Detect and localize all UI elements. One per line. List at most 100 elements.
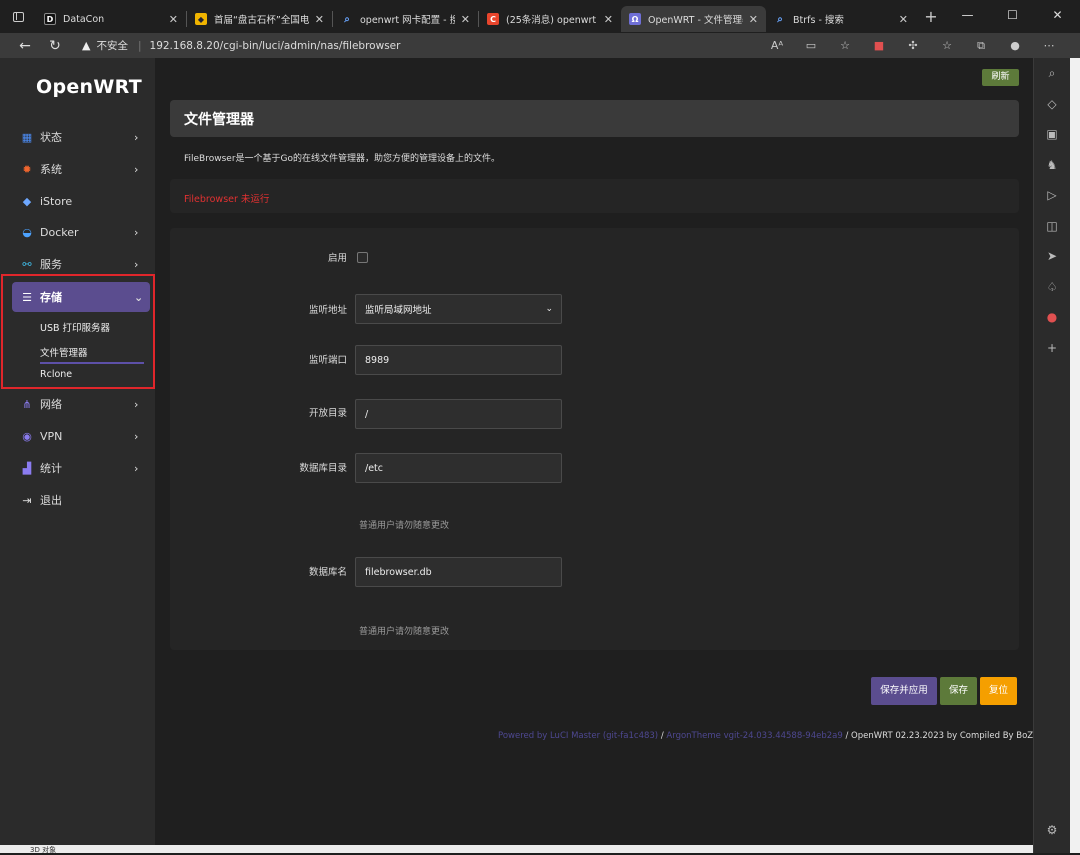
- tab-actions-icon: [12, 11, 24, 22]
- nav-item-vpn[interactable]: ◉ VPN ›: [12, 421, 150, 451]
- page-footer: Powered by LuCI Master (git-fa1c483) / A…: [498, 731, 1041, 741]
- chevron-right-icon: ›: [134, 257, 139, 271]
- chess-icon[interactable]: ♞: [1034, 150, 1070, 181]
- enable-label: 启用: [327, 253, 347, 264]
- back-arrow-icon[interactable]: ←: [10, 38, 40, 54]
- puzzle-icon[interactable]: ✣: [896, 39, 930, 52]
- send-icon[interactable]: ➤: [1034, 241, 1070, 272]
- nav-item-istore[interactable]: ◆ iStore: [12, 186, 150, 216]
- favorites-icon[interactable]: ☆: [930, 39, 964, 52]
- app-icon[interactable]: ●: [1034, 302, 1070, 333]
- add-icon[interactable]: +: [1034, 333, 1070, 364]
- tag-icon[interactable]: ◇: [1034, 89, 1070, 120]
- luci-link[interactable]: Powered by LuCI Master (git-fa1c483): [498, 731, 658, 741]
- address-bar-actions: Aᴬ ▭ ☆ ■ ✣ ☆ ⧉ ● ⋯: [760, 33, 1066, 58]
- theme-link[interactable]: ArgonTheme vgit-24.033.44588-94eb2a9: [666, 731, 842, 741]
- openwrt-sidebar: OpenWRT ▦ 状态 › ✹ 系统 › ◆ iStore ◒ Docker …: [0, 58, 155, 845]
- browser-window: D DataCon✕ ◆ 首届“盘古石杯”全国电子数✕ ⌕ openwrt 网卡…: [0, 0, 1080, 854]
- close-tab-icon[interactable]: ✕: [169, 13, 178, 26]
- tab-openwrt-filemanager[interactable]: Ω OpenWRT - 文件管理器 - ✕: [621, 6, 766, 32]
- tab-btrfs-search[interactable]: ⌕ Btrfs - 搜索 ✕: [766, 6, 916, 32]
- cube-icon: ◆: [22, 194, 32, 208]
- search-icon[interactable]: ⌕: [1034, 58, 1070, 89]
- globe-icon: ◉: [22, 429, 32, 443]
- address-bar: ← ↻ ▲ 不安全 | 192.168.8.20/cgi-bin/luci/ad…: [0, 33, 1080, 58]
- nav-item-status[interactable]: ▦ 状态 ›: [12, 122, 150, 152]
- reset-button[interactable]: 复位: [980, 677, 1017, 705]
- tab-datacon[interactable]: D DataCon ✕: [36, 6, 186, 32]
- close-tab-icon[interactable]: ✕: [461, 13, 470, 26]
- chevron-right-icon: ›: [134, 225, 139, 239]
- settings-gear-icon[interactable]: ⚙: [1034, 815, 1070, 846]
- close-tab-icon[interactable]: ✕: [604, 13, 613, 26]
- toolbox-icon[interactable]: ▣: [1034, 119, 1070, 150]
- chevron-right-icon: ›: [134, 429, 139, 443]
- play-icon[interactable]: ▷: [1034, 180, 1070, 211]
- db-name-input[interactable]: filebrowser.db: [355, 557, 562, 587]
- contest-icon: ◆: [195, 13, 207, 25]
- root-dir-input[interactable]: /: [355, 399, 562, 429]
- root-dir-label: 开放目录: [308, 408, 347, 419]
- network-icon: ⋔: [22, 397, 32, 411]
- nav-item-docker[interactable]: ◒ Docker ›: [12, 217, 150, 247]
- close-window-button[interactable]: ✕: [1035, 0, 1080, 33]
- save-button[interactable]: 保存: [940, 677, 977, 705]
- profile-avatar[interactable]: ●: [998, 39, 1032, 52]
- warning-icon: ▲: [82, 39, 91, 52]
- refresh-button[interactable]: 刷新: [982, 69, 1019, 86]
- outlook-icon[interactable]: ◫: [1034, 211, 1070, 242]
- nav-item-system[interactable]: ✹ 系统 ›: [12, 154, 150, 184]
- chevron-right-icon: ›: [134, 162, 139, 176]
- nav-item-statistics[interactable]: ▟ 统计 ›: [12, 453, 150, 483]
- nav-item-network[interactable]: ⋔ 网络 ›: [12, 389, 150, 419]
- close-tab-icon[interactable]: ✕: [749, 13, 758, 26]
- listen-address-label: 监听地址: [308, 305, 347, 316]
- tab-actions-button[interactable]: [0, 0, 36, 33]
- new-tab-button[interactable]: +: [920, 7, 942, 26]
- reload-icon[interactable]: ↻: [40, 38, 70, 54]
- page-viewport: OpenWRT ▦ 状态 › ✹ 系统 › ◆ iStore ◒ Docker …: [0, 58, 1041, 845]
- url-box[interactable]: ▲ 不安全 | 192.168.8.20/cgi-bin/luci/admin/…: [82, 33, 400, 58]
- listen-port-input[interactable]: 8989: [355, 345, 562, 375]
- listen-port-label: 监听端口: [308, 355, 347, 366]
- listen-address-select[interactable]: 监听局域网地址 ⌄: [355, 294, 562, 324]
- minimize-button[interactable]: —: [945, 0, 990, 33]
- close-tab-icon[interactable]: ✕: [899, 13, 908, 26]
- close-tab-icon[interactable]: ✕: [315, 13, 324, 26]
- enable-checkbox[interactable]: [357, 252, 368, 263]
- search-icon: ⌕: [777, 13, 783, 25]
- save-apply-button[interactable]: 保存并应用: [871, 677, 937, 705]
- chevron-down-icon: ⌄: [545, 304, 553, 314]
- url-text[interactable]: 192.168.8.20/cgi-bin/luci/admin/nas/file…: [150, 40, 401, 52]
- datacon-icon: D: [44, 13, 56, 25]
- reader-view-icon[interactable]: ▭: [794, 39, 828, 52]
- tab-contest[interactable]: ◆ 首届“盘古石杯”全国电子数✕: [187, 6, 332, 32]
- extension-icon[interactable]: ■: [862, 39, 896, 52]
- docker-icon: ◒: [22, 225, 32, 239]
- link-icon: ⚯: [22, 257, 32, 271]
- logout-icon: ⇥: [22, 493, 32, 507]
- bar-chart-icon: ▟: [22, 461, 32, 475]
- service-status: Filebrowser 未运行: [184, 194, 270, 205]
- settings-form: [170, 228, 1019, 650]
- page-title-bar: 文件管理器: [170, 100, 1019, 137]
- browser-sidebar: ⌕ ◇ ▣ ♞ ▷ ◫ ➤ ♤ ● + ⚙: [1033, 58, 1070, 853]
- chevron-right-icon: ›: [134, 461, 139, 475]
- read-aloud-icon[interactable]: Aᴬ: [760, 39, 794, 52]
- background-window: [1070, 58, 1080, 853]
- tab-strip: D DataCon✕ ◆ 首届“盘古石杯”全国电子数✕ ⌕ openwrt 网卡…: [0, 0, 1080, 33]
- chevron-right-icon: ›: [134, 397, 139, 411]
- tab-openwrt-nic-search[interactable]: ⌕ openwrt 网卡配置 - 搜索✕: [333, 6, 478, 32]
- more-menu-icon[interactable]: ⋯: [1032, 39, 1066, 52]
- maximize-button[interactable]: ☐: [990, 0, 1035, 33]
- nav-item-logout[interactable]: ⇥ 退出: [12, 485, 150, 515]
- tree-icon[interactable]: ♤: [1034, 272, 1070, 303]
- db-name-hint: 普通用户请勿随意更改: [359, 627, 450, 637]
- db-dir-input[interactable]: /etc: [355, 453, 562, 483]
- insecure-label: 不安全: [96, 40, 128, 52]
- add-favorite-icon[interactable]: ☆: [828, 39, 862, 52]
- tab-csdn[interactable]: C (25条消息) openwrt lan 和✕: [479, 6, 621, 32]
- page-description: FileBrowser是一个基于Go的在线文件管理器，助您方便的管理设备上的文件…: [184, 154, 501, 164]
- collections-icon[interactable]: ⧉: [964, 39, 998, 53]
- openwrt-logo[interactable]: OpenWRT: [36, 76, 142, 98]
